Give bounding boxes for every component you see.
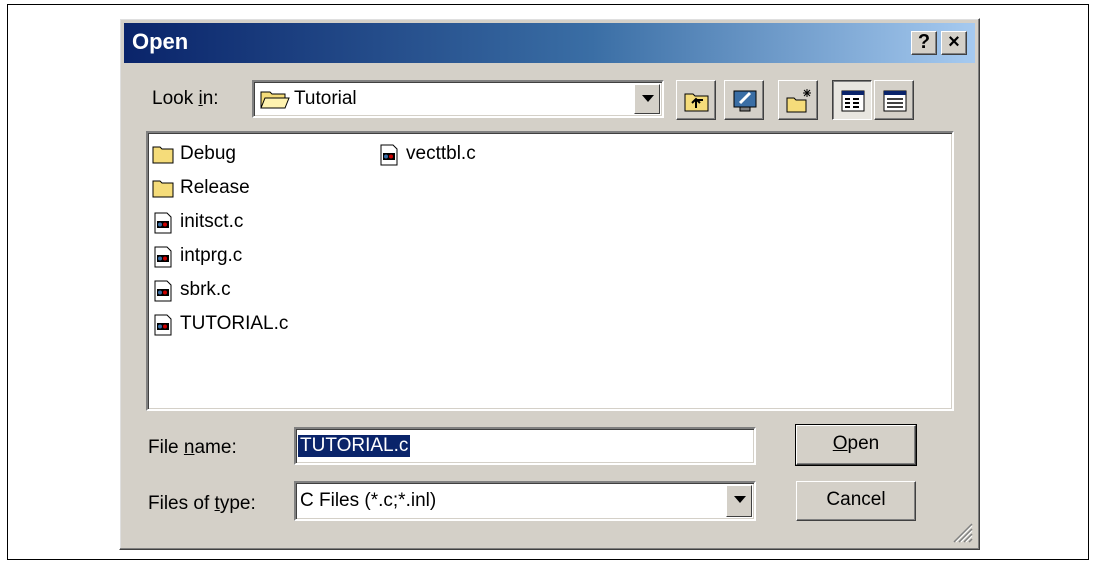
c-file-icon [152,280,174,302]
chevron-down-icon[interactable] [634,84,660,114]
c-file-icon [152,314,174,336]
up-one-level-button[interactable] [676,80,716,120]
list-item[interactable]: initsct.c [152,209,243,235]
open-button[interactable]: Open [795,424,917,466]
list-item[interactable]: vecttbl.c [378,141,476,167]
list-item-label: vecttbl.c [406,143,476,164]
look-in-dropdown[interactable]: Tutorial [252,80,664,118]
file-name-label: File name: [148,437,237,458]
file-type-label: Files of type: [148,493,256,514]
dialog-title: Open [132,29,189,54]
list-view-icon [841,90,865,112]
list-item[interactable]: intprg.c [152,243,242,269]
up-folder-icon [684,93,709,112]
list-item-label: sbrk.c [180,279,231,300]
file-type-dropdown[interactable]: C Files (*.c;*.inl) [294,481,756,521]
desktop-icon [733,90,757,112]
c-file-icon [152,246,174,268]
list-item-label: TUTORIAL.c [180,313,289,334]
file-list[interactable]: Debug Release initsct.c intprg.c sbrk.c TUTOR… [146,131,954,411]
list-item-label: Release [180,177,250,198]
list-item-label: Debug [180,143,236,164]
folder-icon [152,178,174,198]
details-view-button[interactable] [874,80,914,120]
details-view-icon [883,90,907,112]
file-name-input[interactable]: TUTORIAL.c [294,427,756,465]
list-item[interactable]: sbrk.c [152,277,231,303]
c-file-icon [378,144,400,166]
list-item[interactable]: TUTORIAL.c [152,311,288,337]
title-bar[interactable]: Open ? × [124,23,975,63]
list-item-label: intprg.c [180,245,243,266]
create-new-folder-button[interactable] [778,80,818,120]
list-item-label: initsct.c [180,211,244,232]
help-button[interactable]: ? [911,31,937,55]
folder-open-icon [260,88,290,115]
desktop-button[interactable] [724,80,764,120]
cancel-button[interactable]: Cancel [796,481,916,521]
file-name-value: TUTORIAL.c [298,435,411,457]
new-folder-icon [786,89,811,113]
list-item[interactable]: Release [152,175,250,201]
open-dialog: Open ? × Look in: Tutorial Debug Release… [119,18,980,550]
resize-grip-icon[interactable] [951,521,973,543]
look-in-value: Tutorial [294,88,357,109]
list-view-button[interactable] [832,80,872,120]
chevron-down-icon[interactable] [726,485,752,517]
close-button[interactable]: × [941,31,967,55]
file-type-value: C Files (*.c;*.inl) [300,490,437,511]
look-in-label: Look in: [152,88,219,109]
folder-icon [152,144,174,164]
c-file-icon [152,212,174,234]
list-item[interactable]: Debug [152,141,236,167]
